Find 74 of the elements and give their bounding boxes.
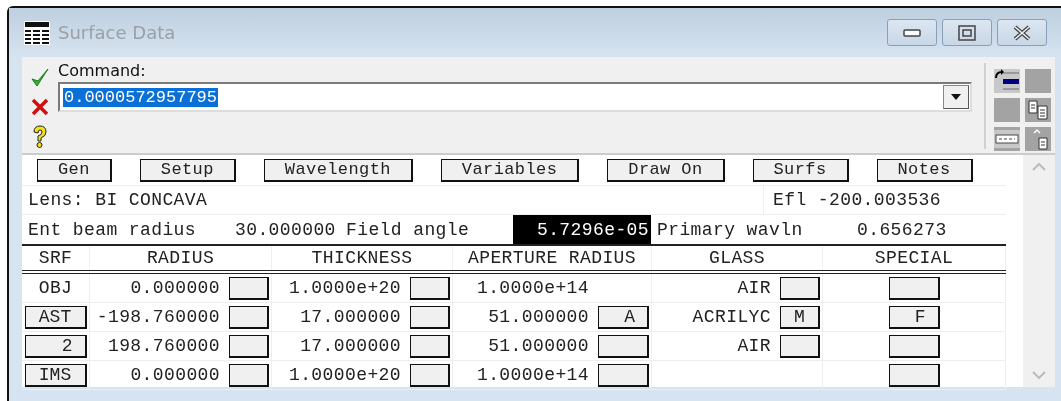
table-cell: 17.000000 (300, 336, 401, 356)
solve-button[interactable] (229, 363, 269, 387)
solve-button[interactable] (229, 276, 269, 300)
solve-button[interactable]: M (780, 305, 820, 329)
solve-button[interactable] (229, 334, 269, 358)
toolbar-button[interactable]: Variables (440, 158, 580, 182)
column-header: RADIUS (90, 246, 272, 270)
column-header: APERTURE RADIUS (453, 246, 652, 270)
toolbar-button[interactable]: Wavelength (263, 158, 413, 182)
field-angle-value[interactable]: 5.7296e-05 (513, 215, 651, 244)
toolbar-button[interactable]: Gen (37, 158, 112, 182)
table-cell: 1.0000e+14 (476, 365, 589, 385)
check-icon[interactable] (30, 67, 50, 89)
toolbar-button[interactable]: Surfs (752, 158, 849, 182)
lens-name: Lens: BI CONCAVA (27, 189, 208, 212)
window-title: Surface Data (58, 22, 177, 43)
ent-beam-value: 30.000000 (234, 219, 337, 240)
documents-icon[interactable] (1025, 98, 1051, 122)
toolbar-button[interactable]: Setup (139, 158, 236, 182)
solve-button[interactable] (410, 363, 450, 387)
ent-beam-label: Ent beam radius (27, 219, 198, 240)
toolbar-button[interactable]: Draw On (607, 158, 725, 182)
surface-button[interactable]: IMS (24, 363, 87, 387)
arrow-lines-icon[interactable] (994, 69, 1020, 93)
solve-button[interactable] (888, 363, 940, 387)
solve-button[interactable] (410, 334, 450, 358)
wavelength-value: 0.656273 (856, 219, 948, 240)
table-cell: 0.000000 (130, 365, 220, 385)
column-header: SRF (22, 246, 90, 270)
surface-button[interactable]: 2 (24, 334, 87, 358)
table-cell: ACRILYC (692, 307, 771, 327)
dashed-field-icon[interactable] (994, 127, 1020, 151)
table-cell: 51.000000 (488, 336, 589, 356)
solve-button[interactable]: A (598, 305, 649, 329)
caret-icon (951, 94, 961, 100)
table-cell: 1.0000e+20 (288, 278, 401, 298)
column-header: GLASS (652, 246, 823, 270)
solve-button[interactable] (888, 334, 940, 358)
minimize-icon (903, 28, 921, 37)
minimize-button[interactable] (887, 19, 937, 46)
table-cell: 51.000000 (488, 307, 589, 327)
solve-button[interactable] (410, 276, 450, 300)
field-angle-label: Field angle (345, 219, 471, 240)
surface-label: OBJ (38, 278, 73, 298)
table-cell: AIR (737, 336, 771, 356)
solve-button[interactable] (780, 276, 820, 300)
surface-button[interactable]: AST (24, 305, 87, 329)
maximize-icon (958, 24, 976, 41)
table-cell: 0.000000 (130, 278, 220, 298)
solve-button[interactable] (598, 334, 649, 358)
column-header: THICKNESS (272, 246, 453, 270)
table-cell: 198.760000 (107, 336, 220, 356)
table-cell: 1.0000e+20 (288, 365, 401, 385)
command-field[interactable]: 0.0000572957795 (58, 82, 972, 112)
maximize-button[interactable] (942, 19, 992, 46)
table-cell: -198.760000 (96, 307, 220, 327)
command-label: Command: (58, 61, 146, 80)
table-cell: 17.000000 (300, 307, 401, 327)
toolbar-button[interactable]: Notes (876, 158, 973, 182)
table-icon (24, 20, 50, 45)
dropdown-button[interactable] (943, 85, 969, 109)
solve-button[interactable] (229, 305, 269, 329)
close-button[interactable] (997, 19, 1047, 46)
solve-button[interactable] (598, 363, 649, 387)
solve-button[interactable] (410, 305, 450, 329)
question-icon[interactable] (31, 125, 49, 149)
close-icon (1012, 24, 1032, 41)
table-cell: AIR (737, 278, 771, 298)
close-icon[interactable] (31, 98, 49, 116)
solve-button[interactable] (780, 334, 820, 358)
wavelength-label: Primary wavln (656, 219, 804, 240)
solve-button[interactable]: F (888, 305, 940, 329)
solve-button[interactable] (888, 276, 940, 300)
table-cell: 1.0000e+14 (476, 278, 589, 298)
